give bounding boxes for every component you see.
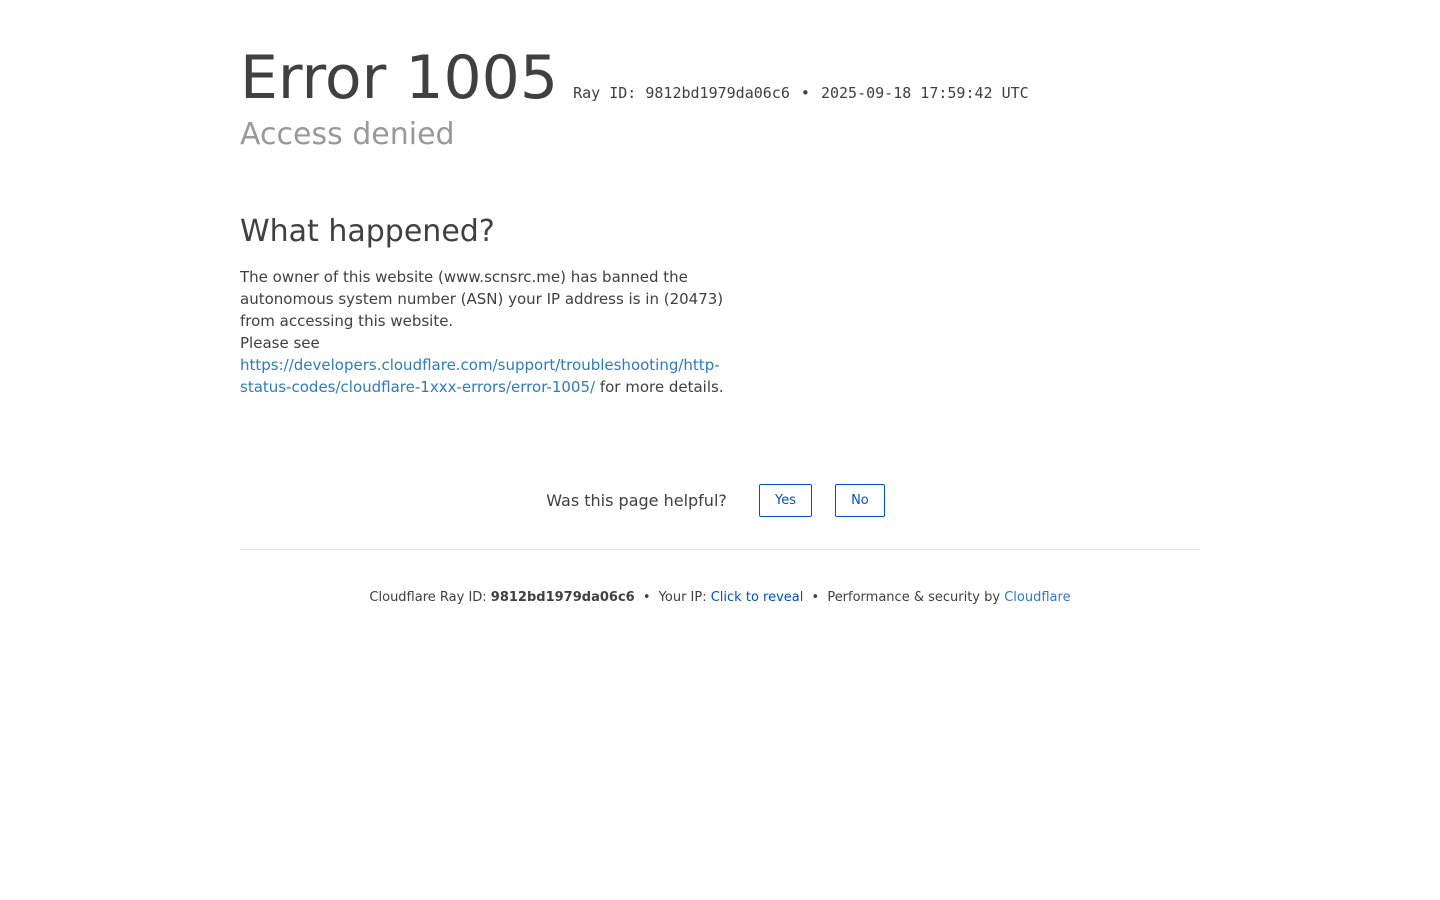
footer-ray-id: 9812bd1979da06c6 xyxy=(490,590,635,605)
footer-perf-prefix: Performance & security by xyxy=(827,590,1005,605)
error-timestamp: 2025-09-18 17:59:42 UTC xyxy=(820,84,1029,102)
error-subtitle: Access denied xyxy=(240,117,455,152)
reveal-ip-button[interactable]: Click to reveal xyxy=(711,590,804,605)
ray-separator: • xyxy=(800,84,810,102)
feedback-question: Was this page helpful? xyxy=(546,491,727,510)
ray-id-meta: Ray ID: 9812bd1979da06c6 • 2025-09-18 17… xyxy=(573,84,1029,102)
footer-separator: • xyxy=(642,590,651,605)
error-header: Error 1005 Ray ID: 9812bd1979da06c6 • 20… xyxy=(240,42,1029,114)
for-more-details-text: for more details. xyxy=(595,378,724,396)
what-happened-heading: What happened? xyxy=(240,214,495,249)
ray-id-label: Ray ID: 9812bd1979da06c6 xyxy=(573,84,790,102)
error-title: Error 1005 xyxy=(240,43,559,113)
please-see-text: Please see xyxy=(240,334,320,352)
cloudflare-link[interactable]: Cloudflare xyxy=(1004,590,1070,605)
footer-ray-prefix: Cloudflare Ray ID: xyxy=(369,590,491,605)
what-happened-text: The owner of this website (www.scnsrc.me… xyxy=(240,266,730,398)
footer-separator: • xyxy=(811,590,820,605)
footer-divider xyxy=(240,549,1200,550)
explanation-body: The owner of this website (www.scnsrc.me… xyxy=(240,268,724,330)
feedback-yes-button[interactable]: Yes xyxy=(758,484,812,517)
feedback-section: Was this page helpful? Yes No xyxy=(240,484,1200,517)
footer-ip-prefix: Your IP: xyxy=(658,590,711,605)
feedback-no-button[interactable]: No xyxy=(835,484,885,517)
footer: Cloudflare Ray ID: 9812bd1979da06c6 • Yo… xyxy=(240,590,1200,606)
